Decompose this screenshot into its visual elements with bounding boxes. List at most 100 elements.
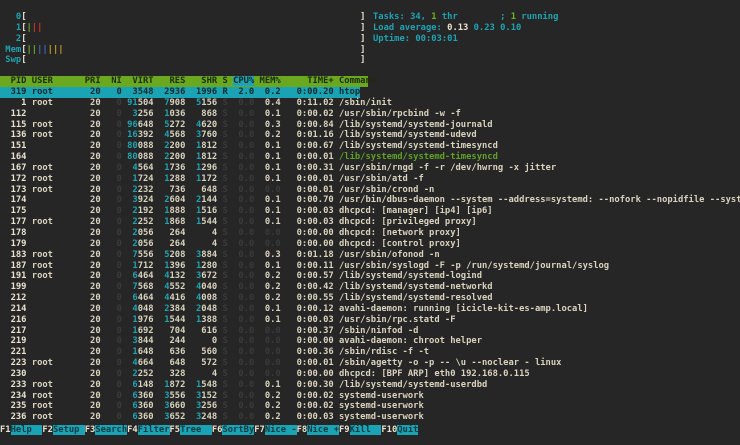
process-row[interactable]: 234 root 20 0 6360 3556 3152 S 0.0 0.2 0…: [0, 391, 740, 402]
virt: 556: [137, 249, 154, 260]
mem-percent: 0.1: [259, 206, 281, 217]
process-row[interactable]: 217 20 0 1692 704 616 S 0.0 0.0 0:00.37 …: [0, 326, 740, 337]
shr: 560: [190, 347, 218, 358]
priority: 20: [84, 206, 101, 217]
process-row[interactable]: 177 root 20 0 2252 1868 1544 S 0.0 0.1 0…: [0, 217, 740, 228]
process-row[interactable]: 214 20 0 4048 2384 2048 S 0.0 0.1 0:00.1…: [0, 304, 740, 315]
command: /usr/sbin/atd -f: [339, 173, 424, 184]
shr: 2: [190, 195, 202, 206]
mem-percent: 0.2: [259, 282, 281, 293]
res: 736: [169, 162, 186, 173]
process-row[interactable]: 179 20 0 2056 264 4 S 0.0 0.0 0:00.00 dh…: [0, 239, 740, 250]
priority: 20: [84, 260, 101, 271]
user: root: [31, 119, 80, 130]
process-row-selected[interactable]: 319 root 20 0 3548 2936 1996 R 2.0 0.2 0…: [0, 87, 740, 98]
process-row[interactable]: 223 root 20 0 4664 648 572 S 0.0 0.0 0:0…: [0, 358, 740, 369]
res: 636: [158, 347, 186, 358]
fkey-search[interactable]: F3Search: [85, 425, 128, 435]
virt: 4: [127, 303, 138, 314]
process-row[interactable]: 178 20 0 2056 264 4 S 0.0 0.0 0:00.00 dh…: [0, 228, 740, 239]
fkey-nice[interactable]: F8Nice +: [297, 425, 339, 435]
process-row[interactable]: 112 20 0 3256 1036 868 S 0.0 0.1 0:00.02…: [0, 109, 740, 120]
res: 1: [158, 206, 170, 217]
cpu-percent: 0.0: [233, 184, 255, 195]
res: 3: [158, 401, 170, 412]
fkey-sortby[interactable]: F6SortBy: [212, 425, 255, 435]
fkey-key: F7: [254, 425, 265, 435]
process-row[interactable]: 230 20 0 2252 328 4 S 0.0 0.0 0:00.00 dh…: [0, 369, 740, 380]
shr: 3: [190, 401, 202, 412]
function-key-bar: F1Help F2Setup F3SearchF4FilterF5Tree F6…: [0, 425, 419, 436]
mem-percent: 0.0: [259, 347, 281, 358]
process-row[interactable]: 1 root 20 0 91504 7908 5156 S 0.0 0.4 0:…: [0, 98, 740, 109]
fkey-quit[interactable]: F10Quit: [381, 425, 419, 435]
virt: 80: [127, 141, 138, 152]
col-header-shr: SHR: [190, 76, 218, 86]
process-row[interactable]: 151 20 0 80088 2200 1812 S 0.0 0.1 0:00.…: [0, 141, 740, 152]
process-row[interactable]: 221 20 0 1648 636 560 S 0.0 0.0 0:00.36 …: [0, 347, 740, 358]
priority: 20: [84, 173, 101, 184]
command: /usr/sbin/rpc.statd -F: [339, 314, 456, 325]
process-row[interactable]: 199 20 0 7568 4552 4040 S 0.0 0.2 0:00.4…: [0, 282, 740, 293]
process-row[interactable]: 187 root 20 0 1712 1396 1280 S 0.0 0.1 0…: [0, 261, 740, 272]
priority: 20: [84, 303, 101, 314]
fkey-kill[interactable]: F9Kill: [339, 425, 382, 435]
cpu-percent: 0.0: [233, 325, 255, 336]
fkey-setup[interactable]: F2Setup: [42, 425, 85, 435]
res: 4: [158, 271, 170, 282]
nice: 0: [105, 141, 122, 152]
nice: 0: [105, 347, 122, 358]
process-row[interactable]: 219 20 0 3844 244 0 S 0.0 0.0 0:00.00 av…: [0, 336, 740, 347]
meter-bar: ||: [26, 44, 38, 55]
shr: 172: [201, 173, 218, 184]
tasks-count: 34: [410, 12, 421, 22]
process-row[interactable]: 216 20 0 1976 1544 1388 S 0.0 0.1 0:00.0…: [0, 315, 740, 326]
fkey-filter[interactable]: F4Filter: [127, 425, 170, 435]
process-row[interactable]: 172 root 20 0 1724 1288 1172 S 0.0 0.1 0…: [0, 174, 740, 185]
process-row[interactable]: 115 root 20 0 96648 5272 4620 S 0.0 0.3 …: [0, 120, 740, 131]
mem-percent: 0.1: [259, 195, 281, 206]
process-row[interactable]: 173 root 20 0 2232 736 648 S 0.0 0.0 0:0…: [0, 185, 740, 196]
process-row[interactable]: 212 20 0 6464 4416 4008 S 0.0 0.2 0:00.5…: [0, 293, 740, 304]
fkey-label: Nice +: [307, 425, 339, 435]
fkey-key: F5: [169, 425, 181, 435]
virt: 6: [127, 271, 138, 282]
command: /sbin/agetty -o -p -- \u --noclear - lin…: [339, 358, 562, 369]
res: 244: [158, 336, 186, 347]
nice: 0: [105, 97, 122, 108]
nice: 0: [105, 227, 122, 238]
process-row[interactable]: 236 root 20 0 6360 3652 3248 S 0.0 0.2 0…: [0, 412, 740, 423]
time: 0:00.00: [286, 336, 334, 347]
process-row[interactable]: 136 root 20 0 16392 4568 3760 S 0.0 0.2 …: [0, 130, 740, 141]
process-list[interactable]: 319 root 20 0 3548 2936 1996 R 2.0 0.2 0…: [0, 87, 740, 423]
process-row[interactable]: 164 20 0 80088 2200 1812 S 0.0 0.1 0:00.…: [0, 152, 740, 163]
priority: 20: [84, 412, 101, 423]
res: 568: [169, 130, 186, 141]
fkey-label: Nice -: [264, 425, 297, 435]
virt: 6: [127, 412, 138, 423]
process-row[interactable]: 191 root 20 0 6464 4132 3672 S 0.0 0.2 0…: [0, 271, 740, 282]
shr: 812: [201, 141, 218, 152]
virt: 4: [127, 162, 138, 173]
fkey-nice[interactable]: F7Nice -: [254, 425, 297, 435]
res: 200: [169, 141, 186, 152]
load-5: 0.23: [473, 22, 495, 33]
user: root: [31, 184, 80, 195]
meter-bar: ||: [37, 44, 48, 55]
process-row[interactable]: 167 root 20 0 4564 1736 1296 S 0.0 0.1 0…: [0, 163, 740, 174]
process-row[interactable]: 235 root 20 0 6360 3660 3256 S 0.0 0.2 0…: [0, 401, 740, 412]
process-row[interactable]: 175 20 0 2192 1888 1516 S 0.0 0.1 0:00.0…: [0, 206, 740, 217]
process-row[interactable]: 183 root 20 0 7556 5208 3884 S 0.0 0.3 0…: [0, 250, 740, 261]
pid: 1: [0, 97, 27, 108]
process-row[interactable]: 174 20 0 3924 2604 2144 S 0.0 0.1 0:00.7…: [0, 195, 740, 206]
nice: 0: [105, 162, 122, 173]
process-row[interactable]: 233 root 20 0 6148 1872 1548 S 0.0 0.1 0…: [0, 380, 740, 391]
command: dhcpcd: [BPF ARP] eth0 192.168.0.115: [339, 368, 530, 379]
command: /lib/systemd/systemd-timesyncd: [339, 152, 498, 163]
time: 0:00.70: [286, 195, 334, 206]
shr: 672: [201, 271, 218, 282]
fkey-help[interactable]: F1Help: [0, 425, 43, 435]
fkey-label: Help: [10, 425, 43, 435]
fkey-tree[interactable]: F5Tree: [170, 425, 212, 435]
command: /lib/systemd/systemd-resolved: [339, 293, 493, 304]
